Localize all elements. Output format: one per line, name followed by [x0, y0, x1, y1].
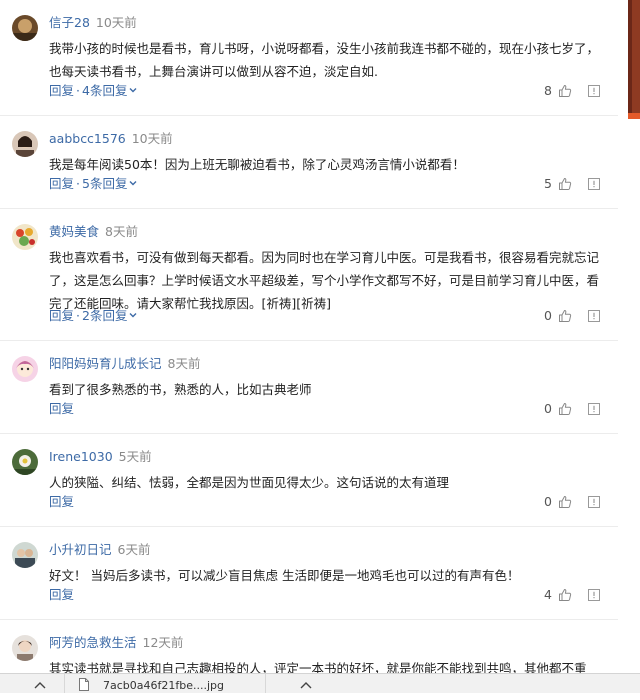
thumbs-up-icon[interactable]	[558, 309, 572, 323]
comment-text: 好文！ 当妈后多读书，可以减少盲目焦虑 生活即便是一地鸡毛也可以过的有声有色！	[49, 564, 609, 587]
comment-line: 好文！ 当妈后多读书，可以减少盲目焦虑 生活即便是一地鸡毛也可以过的有声有色！	[49, 568, 520, 583]
comment-line: 我是每年阅读50本！因为上班无聊被迫看书，除了心灵鸡汤言情小说都看！	[49, 157, 465, 172]
reply-button[interactable]: 回复	[49, 494, 74, 509]
comment-item: Irene1030 5天前 人的狭隘、纠结、怯弱，全都是因为世面见得太少。这句话…	[0, 434, 618, 527]
download-filename: 7acb0a46f21fbe....jpg	[103, 679, 225, 692]
chevron-up-icon[interactable]	[34, 681, 46, 689]
view-replies-button[interactable]: 2条回复	[82, 308, 127, 323]
like-count: 8	[544, 83, 552, 98]
comment-list: 信子28 10天前 我带小孩的时候也是看书，育儿书呀，小说呀都看，没生小孩前我连…	[0, 0, 618, 700]
comment-username[interactable]: aabbcc1576	[49, 131, 126, 146]
comment-line: 也每天读书看书，上舞台演讲可以做到从容不迫，淡定自如.	[49, 64, 378, 79]
comment-username[interactable]: 信子28	[49, 15, 90, 30]
user-avatar[interactable]	[12, 15, 38, 41]
comment-time: 10天前	[131, 131, 173, 146]
user-avatar[interactable]	[12, 449, 38, 475]
comment-time: 5天前	[118, 449, 152, 464]
comment-item: 信子28 10天前 我带小孩的时候也是看书，育儿书呀，小说呀都看，没生小孩前我连…	[0, 0, 618, 116]
chevron-down-icon[interactable]	[129, 86, 137, 94]
thumbs-up-icon[interactable]	[558, 177, 572, 191]
user-avatar[interactable]	[12, 131, 38, 157]
user-avatar[interactable]	[12, 542, 38, 568]
comment-item: 小升初日记 6天前 好文！ 当妈后多读书，可以减少盲目焦虑 生活即便是一地鸡毛也…	[0, 527, 618, 620]
comment-time: 10天前	[95, 15, 137, 30]
reply-button[interactable]: 回复	[49, 83, 74, 98]
chevron-down-icon[interactable]	[129, 179, 137, 187]
separator-dot: ·	[76, 308, 80, 323]
download-item[interactable]: 7acb0a46f21fbe....jpg	[64, 674, 266, 693]
chevron-down-icon[interactable]	[129, 311, 137, 319]
comment-username[interactable]: Irene1030	[49, 449, 113, 464]
report-icon[interactable]	[588, 178, 600, 190]
reply-button[interactable]: 回复	[49, 401, 74, 416]
separator-dot: ·	[76, 83, 80, 98]
report-icon[interactable]	[588, 85, 600, 97]
separator-dot: ·	[76, 176, 80, 191]
comment-item: 黄妈美食 8天前 我也喜欢看书，可没有做到每天都看。因为同时也在学习育儿中医。可…	[0, 209, 618, 341]
like-count: 0	[544, 308, 552, 323]
comment-line: 了，这是怎么回事？上学时候语文水平超级差，写个小学作文都写不好，可是目前学习育儿…	[49, 273, 600, 288]
comment-time: 8天前	[167, 356, 201, 371]
side-image-strip	[628, 0, 640, 119]
reply-button[interactable]: 回复	[49, 587, 74, 602]
thumbs-up-icon[interactable]	[558, 84, 572, 98]
thumbs-up-icon[interactable]	[558, 588, 572, 602]
comment-username[interactable]: 黄妈美食	[49, 224, 99, 239]
file-icon	[79, 678, 89, 691]
reply-button[interactable]: 回复	[49, 308, 74, 323]
view-replies-button[interactable]: 4条回复	[82, 83, 127, 98]
comment-time: 12天前	[142, 635, 184, 650]
comment-text: 我是每年阅读50本！因为上班无聊被迫看书，除了心灵鸡汤言情小说都看！	[49, 153, 609, 176]
report-icon[interactable]	[588, 589, 600, 601]
report-icon[interactable]	[588, 403, 600, 415]
like-count: 0	[544, 401, 552, 416]
comment-username[interactable]: 阳阳妈妈育儿成长记	[49, 356, 162, 371]
comment-text: 我也喜欢看书，可没有做到每天都看。因为同时也在学习育儿中医。可是我看书，很容易看…	[49, 246, 609, 315]
report-icon[interactable]	[588, 310, 600, 322]
thumbs-up-icon[interactable]	[558, 402, 572, 416]
like-count: 0	[544, 494, 552, 509]
comment-username[interactable]: 小升初日记	[49, 542, 112, 557]
comment-item: 阳阳妈妈育儿成长记 8天前 看到了很多熟悉的书，熟悉的人，比如古典老师 回复 0	[0, 341, 618, 434]
comment-username[interactable]: 阿芳的急救生活	[49, 635, 137, 650]
comment-line: 我也喜欢看书，可没有做到每天都看。因为同时也在学习育儿中医。可是我看书，很容易看…	[49, 250, 600, 265]
comment-line: 看到了很多熟悉的书，熟悉的人，比如古典老师	[49, 382, 312, 397]
view-replies-button[interactable]: 5条回复	[82, 176, 127, 191]
comment-item: aabbcc1576 10天前 我是每年阅读50本！因为上班无聊被迫看书，除了心…	[0, 116, 618, 209]
reply-button[interactable]: 回复	[49, 176, 74, 191]
user-avatar[interactable]	[12, 356, 38, 382]
like-count: 4	[544, 587, 552, 602]
report-icon[interactable]	[588, 496, 600, 508]
user-avatar[interactable]	[12, 224, 38, 250]
comment-text: 我带小孩的时候也是看书，育儿书呀，小说呀都看，没生小孩前我连书都不碰的，现在小孩…	[49, 37, 609, 83]
comment-time: 8天前	[105, 224, 138, 239]
comment-line: 人的狭隘、纠结、怯弱，全都是因为世面见得太少。这句话说的太有道理	[49, 475, 450, 490]
user-avatar[interactable]	[12, 635, 38, 661]
comment-text: 人的狭隘、纠结、怯弱，全都是因为世面见得太少。这句话说的太有道理	[49, 471, 609, 494]
chevron-up-icon[interactable]	[300, 681, 312, 689]
comment-line: 我带小孩的时候也是看书，育儿书呀，小说呀都看，没生小孩前我连书都不碰的，现在小孩…	[49, 41, 600, 56]
thumbs-up-icon[interactable]	[558, 495, 572, 509]
comment-text: 看到了很多熟悉的书，熟悉的人，比如古典老师	[49, 378, 609, 401]
like-count: 5	[544, 176, 552, 191]
download-bar: 7acb0a46f21fbe....jpg	[0, 673, 640, 693]
comment-time: 6天前	[117, 542, 151, 557]
